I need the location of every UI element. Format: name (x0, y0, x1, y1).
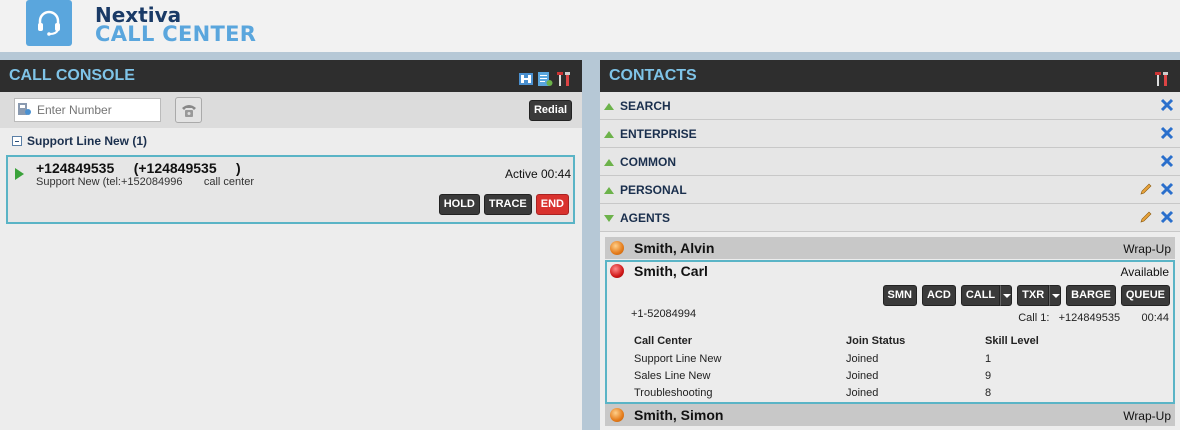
table-cell: 9 (985, 369, 992, 382)
call-console-header: CALL CONSOLE (0, 60, 582, 92)
table-cell: Joined (846, 352, 879, 365)
close-icon[interactable] (1160, 154, 1174, 168)
call-status: Active 00:44 (504, 167, 571, 181)
call-console-title: CALL CONSOLE (9, 67, 135, 84)
call-center-table: Call Center Join Status Skill Level Supp… (634, 332, 1065, 401)
agent-state: Wrap-Up (1123, 409, 1171, 423)
active-call-card[interactable]: +124849535 (+124849535 ) Support New (te… (6, 155, 575, 224)
close-icon[interactable] (1160, 210, 1174, 224)
close-icon[interactable] (1160, 98, 1174, 112)
wrap-up-status-icon (610, 408, 624, 422)
headset-icon (26, 0, 72, 46)
tools-icon[interactable] (1154, 67, 1170, 86)
call-detail: Support New (tel:+152084996 call center (36, 176, 254, 188)
expand-icon (604, 131, 614, 138)
contacts-title: CONTACTS (609, 67, 697, 84)
collapse-icon[interactable] (12, 136, 22, 146)
section-label: AGENTS (620, 211, 671, 225)
agent-row[interactable]: Smith, Simon Wrap-Up (605, 404, 1175, 426)
dial-button[interactable] (175, 97, 202, 123)
notes-icon[interactable] (537, 67, 553, 86)
close-icon[interactable] (1160, 182, 1174, 196)
redial-button[interactable]: Redial (528, 100, 572, 121)
call-console-panel: CALL CONSOLE Redial Support Line New (1)… (0, 60, 582, 430)
section-common[interactable]: COMMON (600, 148, 1180, 176)
acd-button[interactable]: ACD (921, 285, 956, 306)
column-header: Call Center (634, 335, 693, 347)
close-icon[interactable] (1160, 126, 1174, 140)
available-status-icon (610, 264, 624, 278)
table-row: Sales Line New Joined 9 (634, 367, 1065, 384)
agent-name: Smith, Carl (634, 263, 708, 279)
trace-button[interactable]: TRACE (483, 194, 532, 215)
phonebook-icon (17, 102, 31, 116)
table-cell: Joined (846, 386, 879, 399)
section-search[interactable]: SEARCH (600, 92, 1180, 120)
table-cell: 8 (985, 386, 992, 399)
top-header: Nextiva CALL CENTER (0, 0, 1180, 52)
section-label: ENTERPRISE (620, 127, 697, 141)
column-header: Skill Level (985, 335, 1039, 347)
section-label: PERSONAL (620, 183, 687, 197)
agent-phone: +1-52084994 (631, 308, 697, 320)
contacts-panel: CONTACTS SEARCH ENTERPRISE COMMON PERSON… (600, 60, 1180, 430)
table-row: Support Line New Joined 1 (634, 350, 1065, 367)
table-cell: Support Line New (634, 352, 722, 365)
table-cell: Troubleshooting (634, 386, 713, 399)
enter-number-input[interactable] (14, 98, 161, 122)
dial-bar: Redial (0, 92, 582, 128)
conference-icon[interactable] (518, 67, 534, 85)
section-label: SEARCH (620, 99, 671, 113)
wrap-up-status-icon (610, 241, 624, 255)
call-button[interactable]: CALL (960, 285, 1001, 306)
play-icon (15, 168, 24, 180)
tools-icon[interactable] (556, 67, 572, 86)
chevron-down-icon[interactable] (1049, 285, 1062, 306)
call-number: +124849535 (+124849535 ) (36, 160, 241, 176)
expand-icon (604, 187, 614, 194)
section-enterprise[interactable]: ENTERPRISE (600, 120, 1180, 148)
agent-state: Available (1120, 265, 1169, 279)
table-cell: Joined (846, 369, 879, 382)
agent-call-info: Call 1: +124849535 00:44 (1018, 312, 1169, 324)
collapse-icon (604, 215, 614, 222)
edit-icon[interactable] (1139, 210, 1153, 224)
expand-icon (604, 159, 614, 166)
call-group-support-line[interactable]: Support Line New (1) (0, 128, 582, 154)
smn-button[interactable]: SMN (882, 285, 917, 306)
section-label: COMMON (620, 155, 676, 169)
queue-button[interactable]: QUEUE (1120, 285, 1170, 306)
column-header: Join Status (846, 335, 906, 347)
agent-card-selected[interactable]: Smith, Carl Available SMN ACD CALL TXR B… (605, 260, 1175, 404)
expand-icon (604, 103, 614, 110)
call-group-label: Support Line New (1) (27, 134, 147, 148)
table-row: Troubleshooting Joined 8 (634, 384, 1065, 401)
chevron-down-icon[interactable] (1000, 285, 1013, 306)
table-cell: 1 (985, 352, 992, 365)
agent-state: Wrap-Up (1123, 242, 1171, 256)
contacts-header: CONTACTS (600, 60, 1180, 92)
agent-row[interactable]: Smith, Alvin Wrap-Up (605, 237, 1175, 259)
table-header-row: Call Center Join Status Skill Level (634, 332, 1065, 350)
telephone-icon (181, 105, 196, 117)
barge-button[interactable]: BARGE (1066, 285, 1116, 306)
end-call-button[interactable]: END (535, 194, 569, 215)
edit-icon[interactable] (1139, 182, 1153, 196)
agent-name: Smith, Simon (634, 407, 724, 423)
txr-split-button[interactable]: TXR (1017, 285, 1062, 306)
brand-product: CALL CENTER (95, 22, 257, 46)
hold-button[interactable]: HOLD (438, 194, 480, 215)
call-split-button[interactable]: CALL (960, 285, 1013, 306)
section-agents[interactable]: AGENTS (600, 204, 1180, 232)
table-cell: Sales Line New (634, 369, 711, 382)
txr-button[interactable]: TXR (1017, 285, 1050, 306)
section-personal[interactable]: PERSONAL (600, 176, 1180, 204)
agent-name: Smith, Alvin (634, 240, 715, 256)
